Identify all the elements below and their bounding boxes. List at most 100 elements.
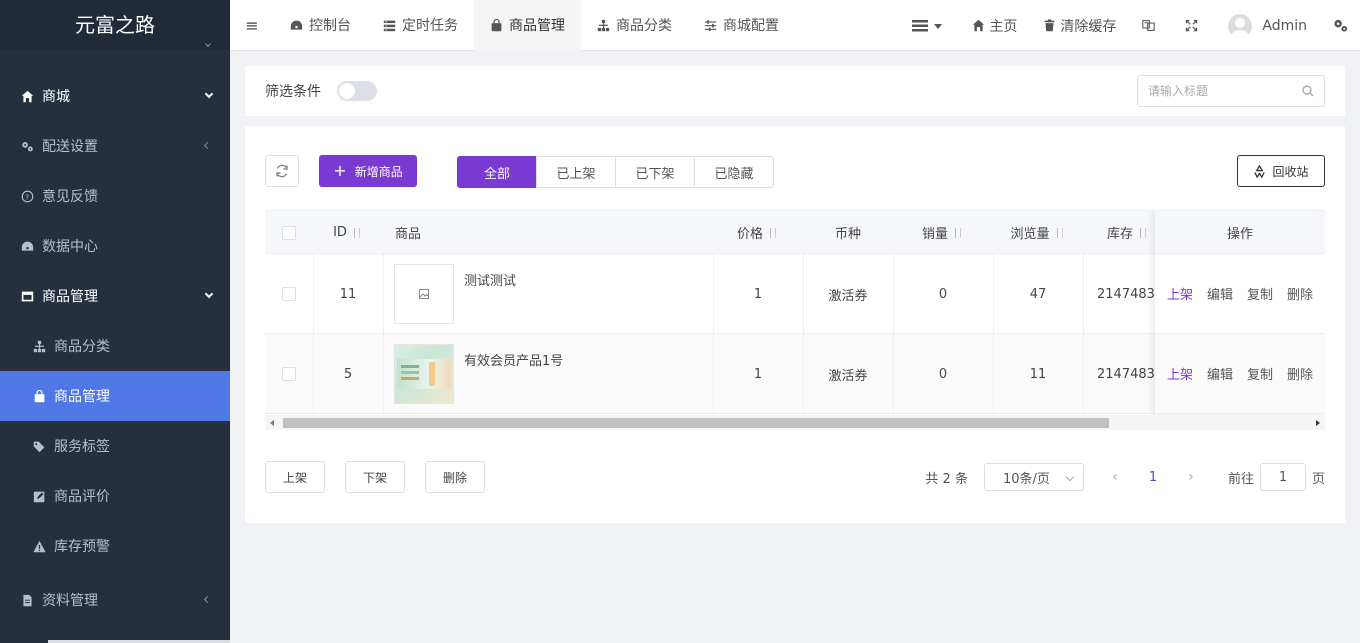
filter-toggle[interactable] [337,81,377,101]
settings-button[interactable] [1320,0,1360,51]
collapse-caret-icon[interactable] [205,41,211,47]
bulk-publish-button[interactable]: 上架 [265,461,325,493]
column-header-id[interactable]: ID [313,211,383,254]
copy-link[interactable]: 复制 [1247,364,1273,383]
gears-icon [20,139,34,153]
refresh-button[interactable] [265,155,299,187]
home-link[interactable]: 主页 [959,0,1030,51]
select-all-cell [265,211,313,254]
sort-icon [1139,227,1149,239]
shopping-bag-icon [32,389,46,403]
header-label: 库存 [1107,227,1134,242]
recycle-bin-button[interactable]: 回收站 [1237,155,1325,187]
filter-label: 筛选条件 [265,84,321,100]
sidebar-item-label: 商品评价 [54,489,110,505]
fullscreen-button[interactable] [1172,0,1215,51]
sidebar-item-delivery[interactable]: 配送设置 [0,121,230,171]
scrollbar-thumb[interactable] [283,418,1109,428]
tab-hidden[interactable]: 已隐藏 [694,156,774,188]
tab-product-management[interactable]: 商品管理 [474,0,581,51]
prev-page-button[interactable]: ‹ [1100,469,1130,485]
row-checkbox[interactable] [282,287,296,301]
sidebar-item-data-center[interactable]: 数据中心 [0,221,230,271]
sidebar-item-label: 商品分类 [54,339,110,355]
tab-off-shelf[interactable]: 已下架 [615,156,695,188]
sort-icon [769,227,779,239]
header-label: ID [333,225,347,240]
bulk-unpublish-button[interactable]: 下架 [345,461,405,493]
column-header-sales[interactable]: 销量 [893,211,993,254]
row-select-cell [265,334,313,414]
edit-icon [32,489,46,503]
translate-button[interactable] [1129,0,1172,51]
publish-link[interactable]: 上架 [1167,364,1193,383]
sidebar-item-label: 商品管理 [42,289,98,305]
edit-link[interactable]: 编辑 [1207,284,1233,303]
publish-link[interactable]: 上架 [1167,284,1193,303]
cell-id: 11 [339,286,357,302]
delete-link[interactable]: 删除 [1287,284,1313,303]
tab-all[interactable]: 全部 [457,156,537,188]
clear-cache-button[interactable]: 清除缓存 [1030,0,1129,51]
sidebar-item-reviews[interactable]: 商品评价 [0,471,230,521]
tab-mall-config[interactable]: 商城配置 [688,0,795,51]
user-name: Admin [1262,17,1307,34]
sort-icon [1056,227,1066,239]
app-logo: 元富之路 [0,0,230,50]
add-product-button[interactable]: + 新增商品 [319,155,417,187]
column-divider [383,334,384,414]
row-checkbox[interactable] [282,367,296,381]
product-name: 测试测试 [464,274,517,289]
sidebar-item-label: 资料管理 [42,593,98,609]
sidebar-item-products[interactable]: 商品管理 [0,371,230,421]
cell-sales: 0 [938,286,948,302]
header-label: 浏览量 [1010,227,1050,242]
product-image-placeholder[interactable] [394,264,454,324]
goto-page-value: 1 [1278,469,1288,485]
sidebar-item-service-tags[interactable]: 服务标签 [0,421,230,471]
delete-link[interactable]: 删除 [1287,364,1313,383]
banner-text-graphic [401,365,419,368]
column-header-price[interactable]: 价格 [713,211,803,254]
select-all-checkbox[interactable] [282,225,296,240]
tab-on-shelf[interactable]: 已上架 [536,156,616,188]
tab-product-category[interactable]: 商品分类 [581,0,688,51]
sidebar-item-category[interactable]: 商品分类 [0,321,230,371]
product-table: ID 商品 价格 币种 销量 浏览量 库存 11 测试测试 1 激活券 0 47… [265,210,1325,430]
bottle-graphic [429,362,435,386]
search-input[interactable]: 请输入标题 [1137,75,1325,107]
tab-dashboard[interactable]: 控制台 [274,0,367,51]
table-icon [20,289,34,303]
dashboard-icon [290,20,303,30]
sidebar-item-product-management[interactable]: 商品管理 [0,271,230,321]
scroll-right-icon[interactable] [1316,420,1320,426]
tab-label: 控制台 [309,18,351,34]
layout-dropdown[interactable] [899,0,959,51]
page-size-select[interactable]: 10条/页 [983,463,1084,491]
dashboard-icon [20,239,34,253]
column-header-views[interactable]: 浏览量 [993,211,1083,254]
gears-icon [1334,19,1348,32]
next-page-button[interactable]: › [1176,469,1206,485]
sidebar-item-materials[interactable]: 资料管理 [0,571,230,629]
bulk-delete-button[interactable]: 删除 [425,461,485,493]
edit-link[interactable]: 编辑 [1207,364,1233,383]
goto-page-input[interactable]: 1 [1259,463,1306,491]
sidebar-item-stock-alert[interactable]: 库存预警 [0,521,230,571]
list-icon [912,19,929,31]
copy-link[interactable]: 复制 [1247,284,1273,303]
plus-icon: + [333,161,347,180]
column-header-actions: 操作 [1155,211,1325,254]
user-menu[interactable]: Admin [1215,0,1320,51]
tags-icon [32,439,46,453]
product-image[interactable] [394,344,454,404]
home-icon [20,89,34,103]
tab-scheduled-tasks[interactable]: 定时任务 [367,0,474,51]
menu-toggle-icon[interactable]: ≡ [230,16,274,35]
sidebar-item-feedback[interactable]: ? 意见反馈 [0,171,230,221]
sidebar-item-mall[interactable]: 商城 [0,71,230,121]
horizontal-scrollbar[interactable] [265,415,1325,430]
list-icon [383,20,396,31]
current-page[interactable]: 1 [1138,470,1168,485]
scroll-left-icon[interactable] [270,420,274,426]
